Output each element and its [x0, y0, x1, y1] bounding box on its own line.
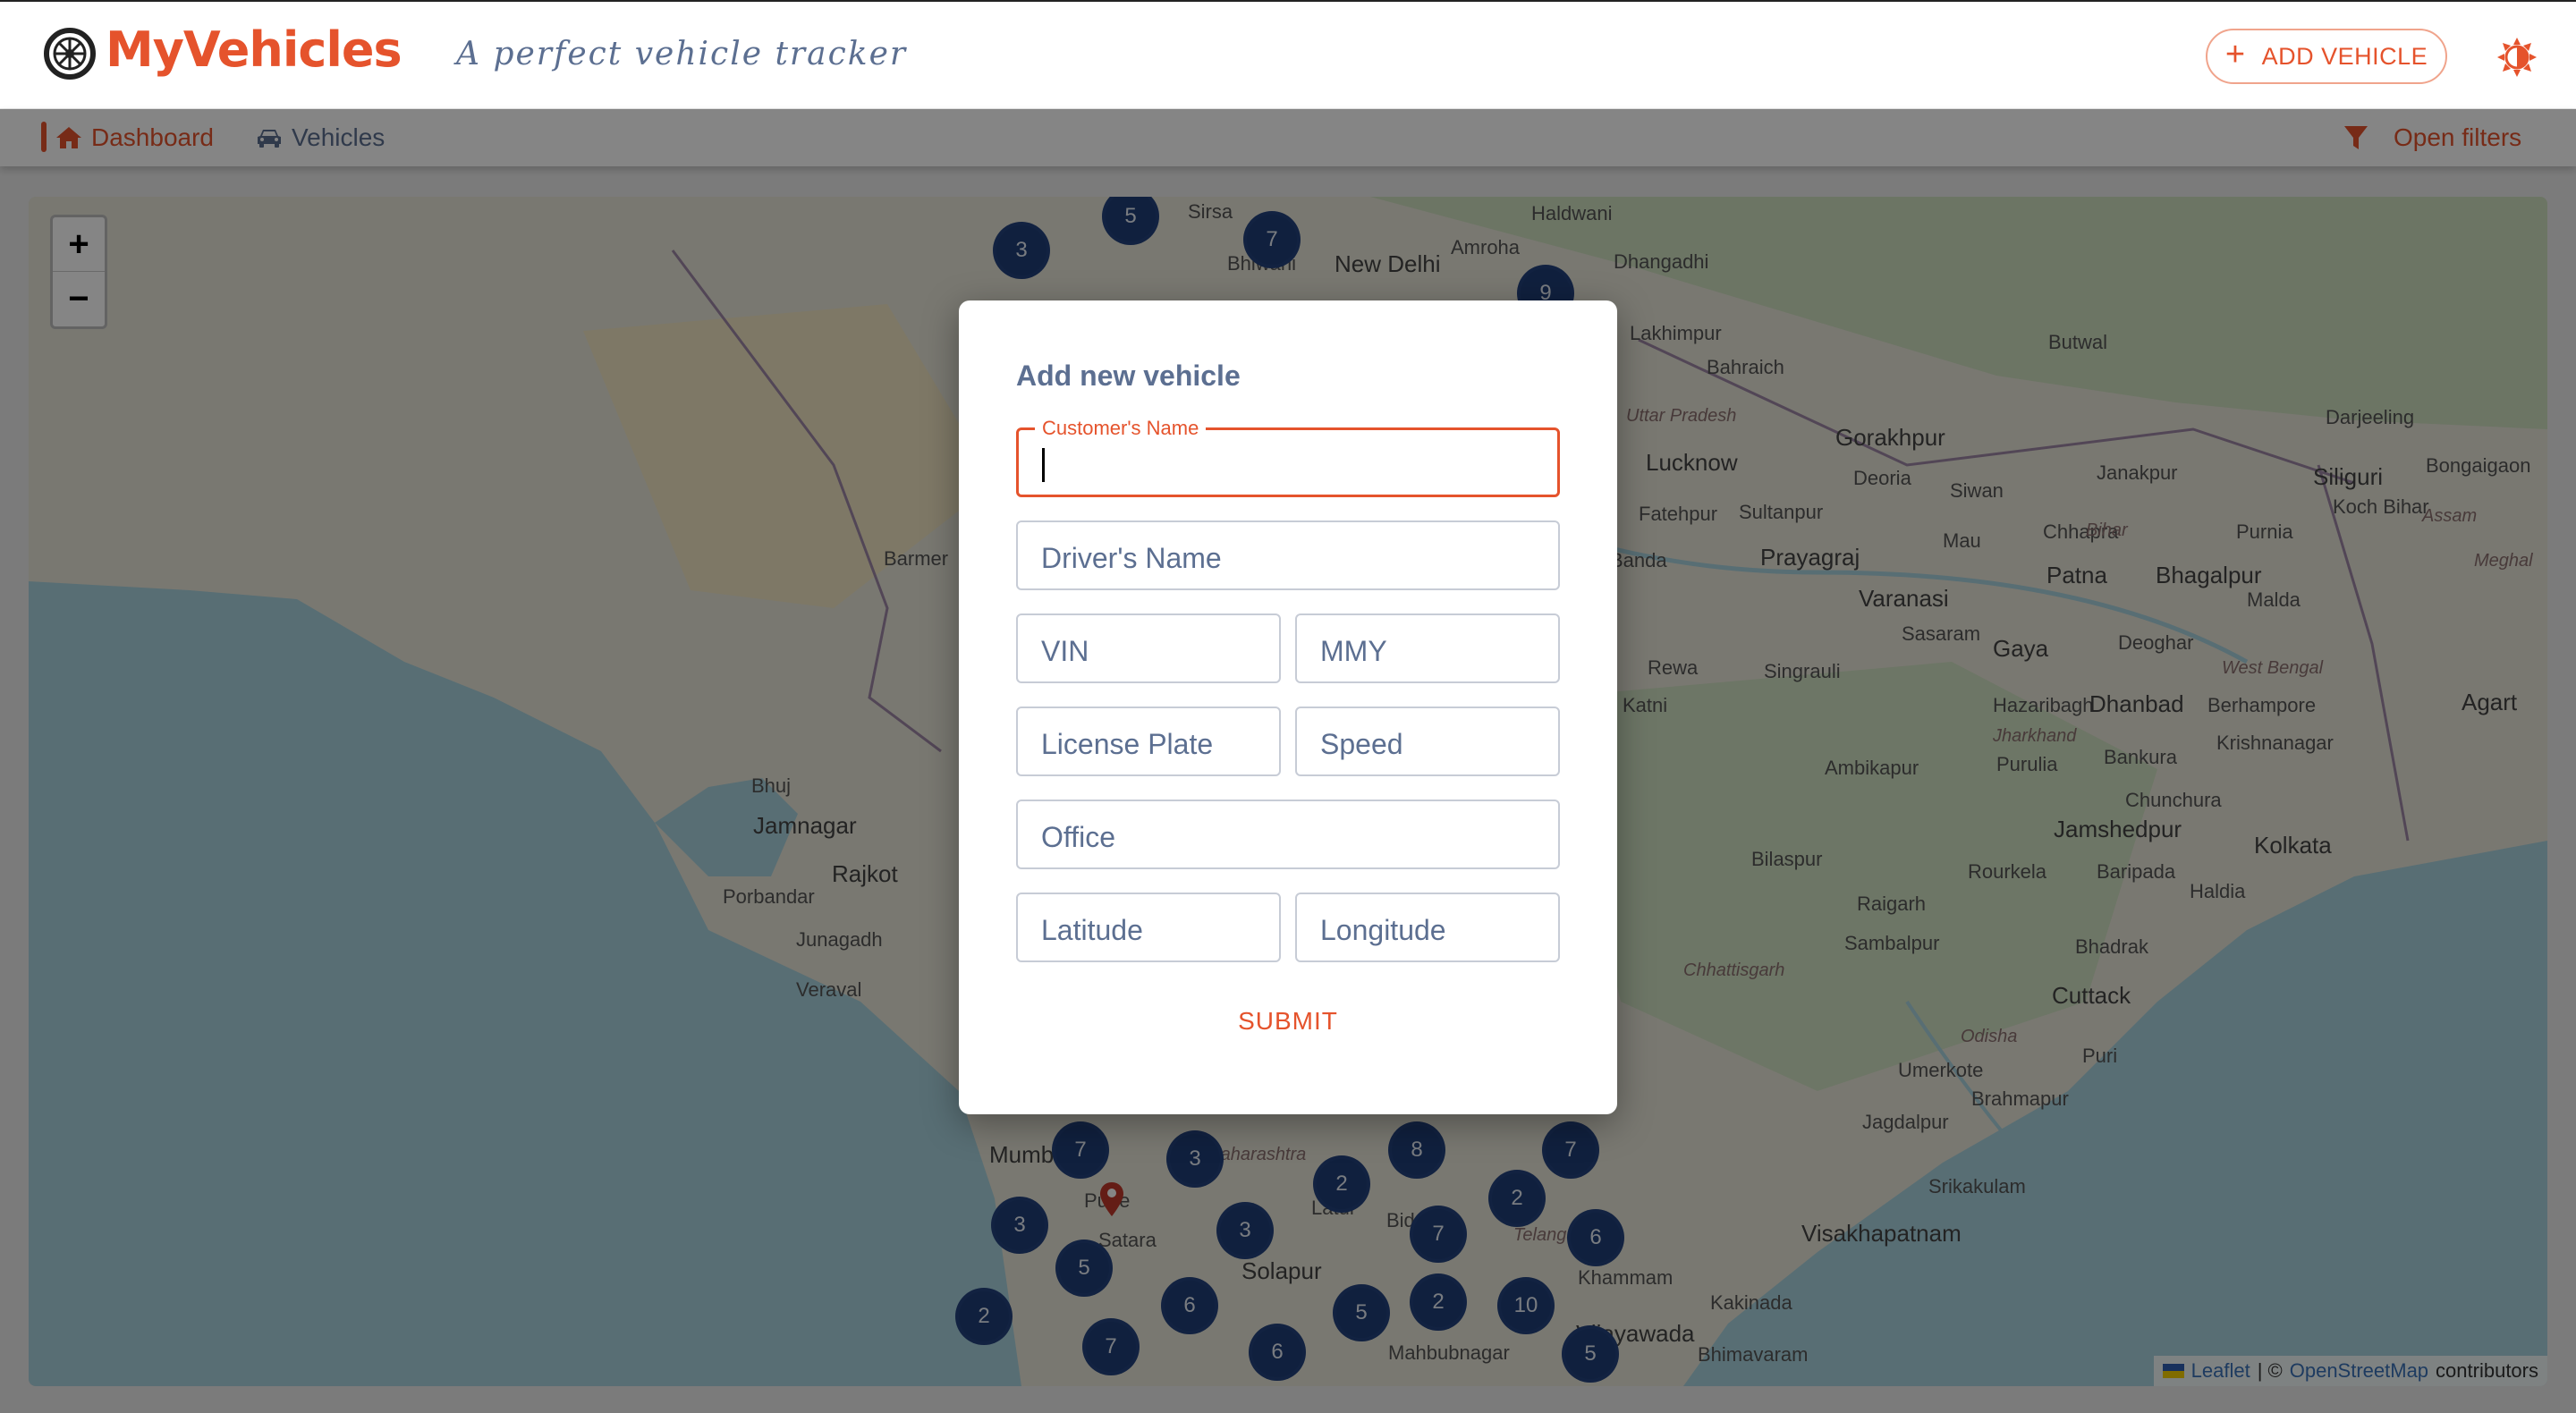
office-placeholder: Office: [1041, 821, 1115, 853]
driver-name-placeholder: Driver's Name: [1041, 542, 1222, 574]
dialog-title: Add new vehicle: [1016, 360, 1241, 392]
latitude-placeholder: Latitude: [1041, 914, 1143, 946]
speed-placeholder: Speed: [1320, 728, 1403, 760]
app-header: MyVehicles A perfect vehicle tracker + A…: [0, 0, 2576, 109]
speed-field[interactable]: Speed: [1295, 706, 1560, 776]
mmy-field[interactable]: MMY: [1295, 613, 1560, 683]
add-vehicle-label: ADD VEHICLE: [2261, 42, 2428, 70]
office-field[interactable]: Office: [1016, 800, 1560, 869]
customer-name-label: Customer's Name: [1035, 417, 1207, 440]
app-tagline: A perfect vehicle tracker: [456, 36, 908, 72]
latitude-field[interactable]: Latitude: [1016, 893, 1281, 962]
license-plate-placeholder: License Plate: [1041, 728, 1214, 760]
sun-icon[interactable]: [2496, 36, 2538, 79]
app-title[interactable]: MyVehicles: [106, 21, 402, 78]
vin-placeholder: VIN: [1041, 635, 1089, 667]
mmy-placeholder: MMY: [1320, 635, 1387, 667]
add-vehicle-dialog: Add new vehicle Customer's Name Driver's…: [959, 300, 1617, 1114]
wheel-icon: [44, 28, 96, 80]
add-vehicle-button[interactable]: + ADD VEHICLE: [2206, 29, 2447, 84]
longitude-field[interactable]: Longitude: [1295, 893, 1560, 962]
submit-button[interactable]: SUBMIT: [959, 1007, 1617, 1036]
text-cursor: [1042, 448, 1045, 482]
driver-name-field[interactable]: Driver's Name: [1016, 520, 1560, 590]
customer-name-field[interactable]: Customer's Name: [1016, 417, 1560, 497]
longitude-placeholder: Longitude: [1320, 914, 1446, 946]
vin-field[interactable]: VIN: [1016, 613, 1281, 683]
license-plate-field[interactable]: License Plate: [1016, 706, 1281, 776]
plus-icon: +: [2224, 36, 2246, 73]
